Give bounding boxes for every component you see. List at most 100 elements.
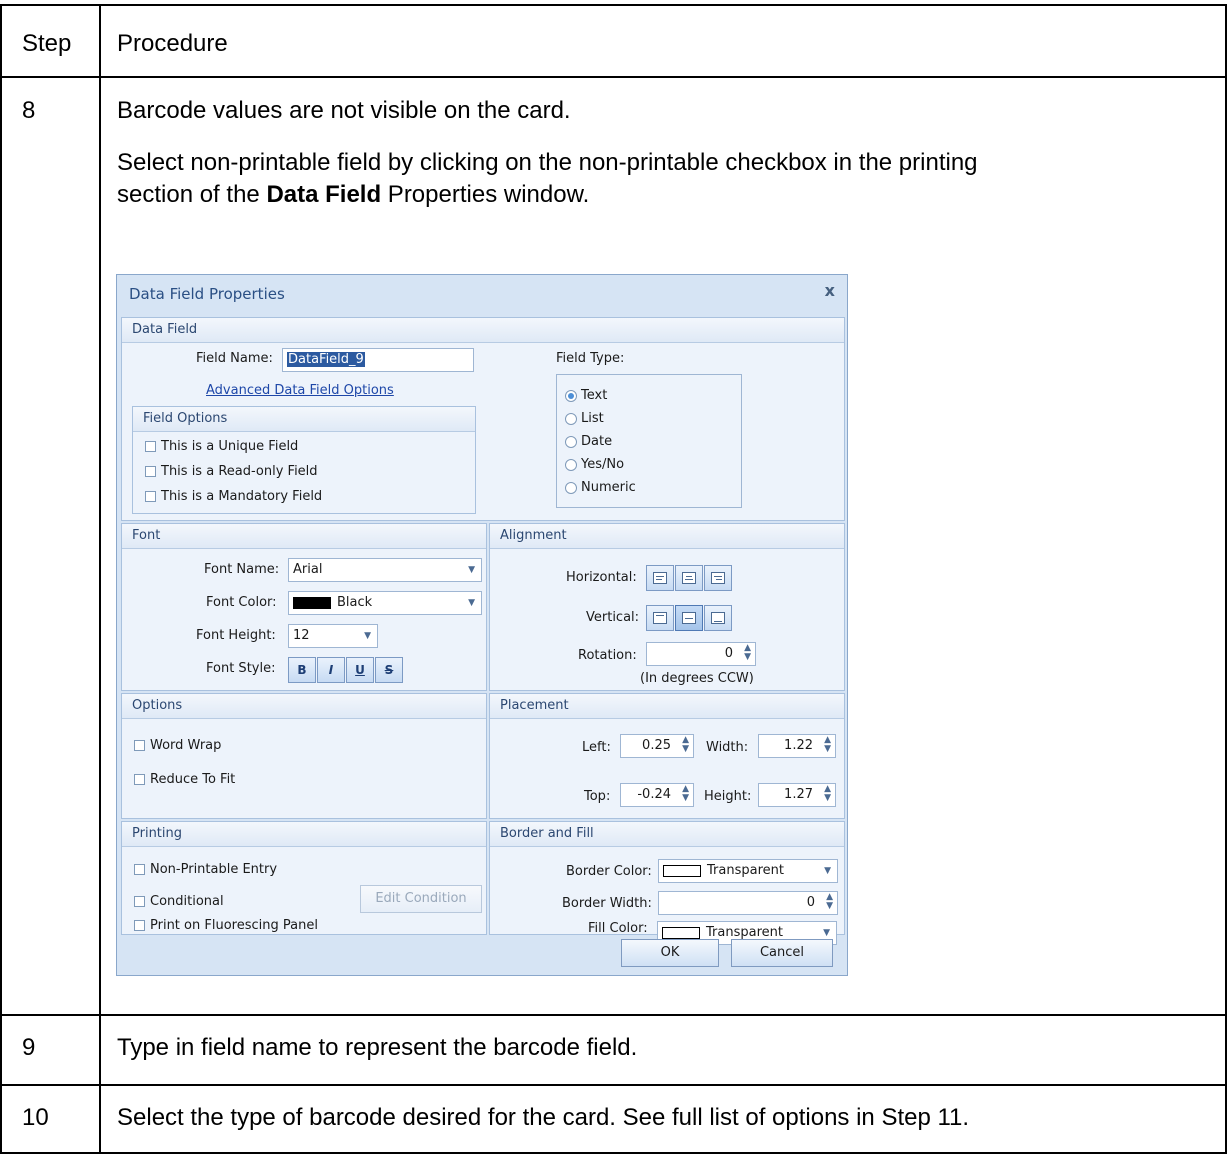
fill-color-value: Transparent xyxy=(706,925,783,940)
left-input[interactable]: 0.25 ▲ ▼ xyxy=(620,734,694,758)
spinner-icon[interactable]: ▲ ▼ xyxy=(824,785,831,803)
spinner-icon[interactable]: ▲ ▼ xyxy=(744,644,751,662)
top-label: Top: xyxy=(584,789,611,804)
border-color-dropdown[interactable]: Transparent ▼ xyxy=(658,859,838,883)
top-input[interactable]: -0.24 ▲ ▼ xyxy=(620,783,694,807)
field-type-yesno-radio[interactable]: Yes/No xyxy=(565,457,624,472)
group-header: Printing xyxy=(122,822,486,847)
mandatory-field-checkbox[interactable]: This is a Mandatory Field xyxy=(145,489,322,504)
field-type-numeric-radio[interactable]: Numeric xyxy=(565,480,636,495)
text-segment: section of the xyxy=(117,181,267,208)
italic-button[interactable]: I xyxy=(317,657,345,683)
font-height-label: Font Height: xyxy=(196,628,276,643)
checkbox-box xyxy=(134,864,145,875)
advanced-options-link[interactable]: Advanced Data Field Options xyxy=(206,383,394,398)
chevron-down-icon: ▼ xyxy=(364,631,371,641)
step-8-line-3: section of the Data Field Properties win… xyxy=(117,181,589,209)
border-width-label: Border Width: xyxy=(562,896,652,911)
checkbox-box xyxy=(134,920,145,931)
align-middle-button[interactable] xyxy=(675,605,703,631)
edit-condition-button[interactable]: Edit Condition xyxy=(360,885,482,913)
field-type-radio-group: Text List Date Yes/No Numeric xyxy=(556,374,742,508)
checkbox-box xyxy=(145,466,156,477)
strikethrough-button[interactable]: S xyxy=(375,657,403,683)
field-type-list-radio[interactable]: List xyxy=(565,411,604,426)
font-height-dropdown[interactable]: 12 ▼ xyxy=(288,624,378,648)
align-right-button[interactable] xyxy=(704,565,732,591)
table-column-divider xyxy=(99,4,101,1154)
height-value: 1.27 xyxy=(784,787,813,802)
group-header: Font xyxy=(122,524,486,549)
rotation-label: Rotation: xyxy=(578,648,637,663)
align-left-icon xyxy=(653,572,667,584)
table-row-divider xyxy=(0,76,1227,78)
step-8-line-2: Select non-printable field by clicking o… xyxy=(117,149,978,176)
alignment-group: Alignment Horizontal: Vertical: Rotation… xyxy=(489,523,845,691)
close-icon[interactable]: x xyxy=(825,281,835,300)
spinner-icon[interactable]: ▲ ▼ xyxy=(682,736,689,754)
radio-label: Date xyxy=(581,434,613,449)
radio-label: List xyxy=(581,411,604,426)
font-height-value: 12 xyxy=(293,628,310,643)
spinner-icon[interactable]: ▲ ▼ xyxy=(682,785,689,803)
align-bottom-icon xyxy=(711,612,725,624)
align-left-button[interactable] xyxy=(646,565,674,591)
rotation-note: (In degrees CCW) xyxy=(640,671,754,686)
rotation-input[interactable]: 0 ▲ ▼ xyxy=(646,642,756,666)
table-border-top xyxy=(0,4,1227,6)
bold-term: Data Field xyxy=(266,181,382,208)
align-center-icon xyxy=(682,572,696,584)
reduce-to-fit-checkbox[interactable]: Reduce To Fit xyxy=(134,772,235,787)
align-center-button[interactable] xyxy=(675,565,703,591)
font-color-dropdown[interactable]: Black ▼ xyxy=(288,591,482,615)
color-swatch xyxy=(663,864,701,877)
ok-button[interactable]: OK xyxy=(621,939,719,967)
width-label: Width: xyxy=(706,740,749,755)
rotation-value: 0 xyxy=(724,646,733,661)
font-color-label: Font Color: xyxy=(206,595,277,610)
border-width-input[interactable]: 0 ▲ ▼ xyxy=(658,891,838,915)
field-name-input[interactable]: DataField_9 xyxy=(282,348,474,372)
spinner-icon[interactable]: ▲ ▼ xyxy=(826,893,833,911)
cancel-button[interactable]: Cancel xyxy=(731,939,833,967)
word-wrap-checkbox[interactable]: Word Wrap xyxy=(134,738,221,753)
chevron-down-icon: ▼ xyxy=(468,598,475,608)
width-value: 1.22 xyxy=(784,738,813,753)
group-header: Data Field xyxy=(122,318,844,343)
non-printable-checkbox[interactable]: Non-Printable Entry xyxy=(134,862,277,877)
checkbox-label: This is a Mandatory Field xyxy=(161,489,323,504)
left-label: Left: xyxy=(582,740,611,755)
border-fill-group: Border and Fill Border Color: Transparen… xyxy=(489,821,845,936)
checkbox-label: Word Wrap xyxy=(150,738,222,753)
data-field-group: Data Field Field Name: DataField_9 Advan… xyxy=(121,317,845,521)
conditional-checkbox[interactable]: Conditional xyxy=(134,894,224,909)
chevron-down-icon: ▼ xyxy=(468,565,475,575)
spinner-icon[interactable]: ▲ ▼ xyxy=(824,736,831,754)
height-label: Height: xyxy=(704,789,752,804)
width-input[interactable]: 1.22 ▲ ▼ xyxy=(758,734,836,758)
field-type-text-radio[interactable]: Text xyxy=(565,388,607,403)
checkbox-label: Non-Printable Entry xyxy=(150,862,278,877)
dialog-title: Data Field Properties xyxy=(129,285,285,303)
align-top-button[interactable] xyxy=(646,605,674,631)
header-procedure: Procedure xyxy=(117,30,228,57)
underline-button[interactable]: U xyxy=(346,657,374,683)
bold-button[interactable]: B xyxy=(288,657,316,683)
table-border-right xyxy=(1225,4,1227,1154)
height-input[interactable]: 1.27 ▲ ▼ xyxy=(758,783,836,807)
step-number: 10 xyxy=(22,1104,49,1131)
font-name-value: Arial xyxy=(293,562,323,577)
fluorescing-panel-checkbox[interactable]: Print on Fluorescing Panel xyxy=(134,918,318,933)
placement-group: Placement Left: 0.25 ▲ ▼ Width: 1.22 ▲ ▼ Top… xyxy=(489,693,845,819)
read-only-field-checkbox[interactable]: This is a Read-only Field xyxy=(145,464,318,479)
font-group: Font Font Name: Arial ▼ Font Color: Black… xyxy=(121,523,487,691)
group-header: Field Options xyxy=(133,407,475,432)
border-color-label: Border Color: xyxy=(566,864,652,879)
radio-label: Numeric xyxy=(581,480,636,495)
unique-field-checkbox[interactable]: This is a Unique Field xyxy=(145,439,298,454)
align-bottom-button[interactable] xyxy=(704,605,732,631)
font-name-dropdown[interactable]: Arial ▼ xyxy=(288,558,482,582)
step-8-line-1: Barcode values are not visible on the ca… xyxy=(117,97,571,124)
field-type-date-radio[interactable]: Date xyxy=(565,434,612,449)
table-border-left xyxy=(0,4,2,1154)
